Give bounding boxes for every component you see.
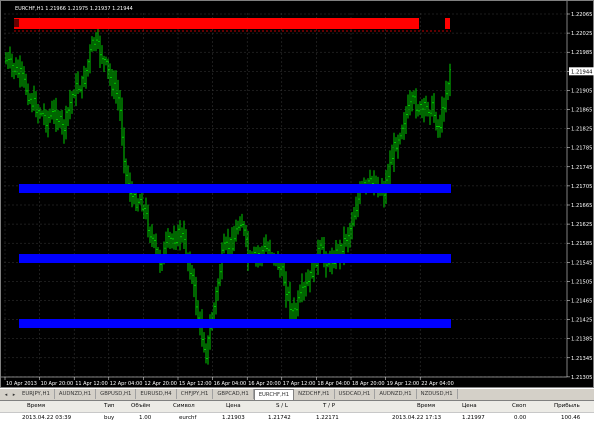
price-axis-label: 1.21785: [571, 146, 592, 152]
tab-usdcad-h1[interactable]: USDCAD,H1: [335, 389, 376, 399]
col-time-close[interactable]: Время: [417, 403, 435, 409]
price-axis-label: 1.22065: [571, 12, 592, 18]
row-price: 1.21903: [222, 415, 245, 421]
resistance-zone-handle[interactable]: [14, 19, 19, 27]
support-zone[interactable]: [19, 254, 451, 263]
row-type: buy: [104, 415, 115, 421]
price-axis-label: 1.21905: [571, 88, 592, 94]
col-price[interactable]: Цена: [226, 403, 241, 409]
tab-eurusd-h4[interactable]: EURUSD,H4: [136, 389, 177, 399]
row-tp: 1.22171: [316, 415, 339, 421]
row-profit: 100.46: [561, 415, 581, 421]
time-axis-label: 12 Apr 04:00: [110, 381, 143, 387]
price-axis-label: 1.21305: [571, 375, 592, 381]
time-axis-label: 19 Apr 12:00: [387, 381, 420, 387]
price-axis-label: 1.21985: [571, 50, 592, 56]
support-zone[interactable]: [19, 319, 451, 328]
tab-scroll-left-icon[interactable]: ◂: [2, 390, 10, 400]
terminal-panel: Время Тип Объём Символ Цена S / L T / P …: [0, 400, 594, 429]
col-type[interactable]: Тип: [104, 403, 115, 409]
resistance-zone[interactable]: [14, 18, 419, 29]
price-axis-label: 1.21505: [571, 279, 592, 285]
chart-tab-bar: ◂ ▸ EURJPY,H1 AUDNZD,H1 GBPUSD,H1 EURUSD,H4…: [0, 388, 594, 400]
col-volume[interactable]: Объём: [131, 403, 150, 409]
row-volume: 1.00: [139, 415, 152, 421]
price-axis-label: 1.21425: [571, 318, 592, 324]
row-sl: 1.21742: [268, 415, 291, 421]
tab-gbpcad-h1[interactable]: GBPCAD,H1: [213, 389, 254, 399]
price-axis-label: 1.21625: [571, 222, 592, 228]
col-profit[interactable]: Прибыль: [554, 403, 580, 409]
row-symbol: eurchf: [179, 415, 197, 421]
time-axis-label: 18 Apr 04:00: [317, 381, 350, 387]
col-time[interactable]: Время: [27, 403, 45, 409]
price-axis-label: 1.21705: [571, 184, 592, 190]
row-price-close: 1.21997: [462, 415, 485, 421]
time-axis-label: 16 Apr 04:00: [214, 381, 247, 387]
col-price-close[interactable]: Цена: [462, 403, 477, 409]
tab-eurjpy-h1[interactable]: EURJPY,H1: [18, 389, 55, 399]
tab-gbpusd-h1[interactable]: GBPUSD,H1: [96, 389, 137, 399]
support-zone[interactable]: [19, 184, 451, 193]
price-axis-label: 1.21825: [571, 127, 592, 133]
price-chart[interactable]: 1.22065 1.22025 1.21985 1.21944 1.21905 1.218…: [1, 1, 594, 389]
tab-chfjpy-h1[interactable]: CHFJPY,H1: [177, 389, 214, 399]
time-axis-label: 15 Apr 12:00: [179, 381, 212, 387]
tab-scroll-right-icon[interactable]: ▸: [10, 390, 18, 400]
col-tp[interactable]: T / P: [323, 403, 335, 409]
price-axis-label: 1.21665: [571, 203, 592, 209]
time-axis-label: 22 Apr 04:00: [421, 381, 454, 387]
tab-nzdusd-h1[interactable]: NZDUSD,H1: [417, 389, 458, 399]
time-axis-label: 12 Apr 20:00: [144, 381, 177, 387]
resistance-zone-end[interactable]: [445, 18, 450, 29]
price-axis-label: 1.21745: [571, 165, 592, 171]
col-symbol[interactable]: Символ: [173, 403, 195, 409]
price-axis-label: 1.22025: [571, 31, 592, 37]
col-swap[interactable]: Своп: [512, 403, 526, 409]
time-axis-label: 16 Apr 20:00: [248, 381, 281, 387]
tab-audnzd-h1[interactable]: AUDNZD,H1: [55, 389, 97, 399]
price-axis-label: 1.21865: [571, 108, 592, 114]
time-axis-label: 17 Apr 12:00: [283, 381, 316, 387]
time-axis-label: 10 Apr 20:00: [41, 381, 74, 387]
price-axis-label: 1.21944: [571, 69, 593, 75]
table-row[interactable]: 2013.04.22 03:39 buy 1.00 eurchf 1.21903…: [0, 413, 594, 424]
tab-audnzd-h1[interactable]: AUDNZD,H1: [375, 389, 417, 399]
terminal-header: Время Тип Объём Символ Цена S / L T / P …: [0, 401, 594, 413]
time-axis-label: 18 Apr 20:00: [352, 381, 385, 387]
row-time: 2013.04.22 03:39: [22, 415, 72, 421]
tab-nzdchf-h1[interactable]: NZDCHF,H1: [294, 389, 335, 399]
col-sl[interactable]: S / L: [276, 403, 288, 409]
price-axis-label: 1.21385: [571, 337, 592, 343]
chart-title: EURCHF,H1 1.21966 1.21975 1.21937 1.2194…: [15, 6, 133, 12]
time-axis-label: 10 Apr 2013: [6, 381, 37, 387]
row-swap: 0.00: [514, 415, 527, 421]
chart-window[interactable]: EURCHF,H1 1.21966 1.21975 1.21937 1.2194…: [0, 0, 594, 388]
row-time-close: 2013.04.22 17:13: [392, 415, 442, 421]
time-axis-label: 11 Apr 12:00: [75, 381, 108, 387]
tab-eurchf-h1[interactable]: EURCHF,H1: [253, 389, 295, 400]
price-axis-label: 1.21545: [571, 260, 592, 266]
price-axis-label: 1.21345: [571, 356, 592, 362]
price-axis-label: 1.21465: [571, 299, 592, 305]
price-axis-label: 1.21585: [571, 241, 592, 247]
